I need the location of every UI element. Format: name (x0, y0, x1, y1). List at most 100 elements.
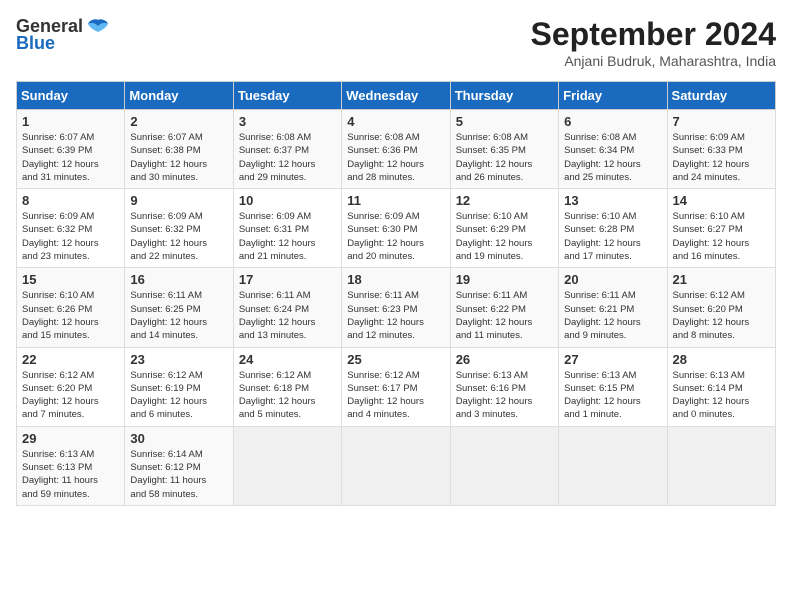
day-number: 28 (673, 352, 770, 367)
day-number: 16 (130, 272, 227, 287)
calendar-cell (450, 426, 558, 505)
day-number: 29 (22, 431, 119, 446)
column-header-tuesday: Tuesday (233, 82, 341, 110)
calendar-cell (559, 426, 667, 505)
calendar-cell: 6 Sunrise: 6:08 AMSunset: 6:34 PMDayligh… (559, 110, 667, 189)
cell-info: Sunrise: 6:08 AMSunset: 6:34 PMDaylight:… (564, 132, 641, 183)
day-number: 27 (564, 352, 661, 367)
cell-info: Sunrise: 6:10 AMSunset: 6:28 PMDaylight:… (564, 211, 641, 262)
column-header-monday: Monday (125, 82, 233, 110)
cell-info: Sunrise: 6:08 AMSunset: 6:37 PMDaylight:… (239, 132, 316, 183)
cell-info: Sunrise: 6:07 AMSunset: 6:39 PMDaylight:… (22, 132, 99, 183)
calendar: SundayMondayTuesdayWednesdayThursdayFrid… (16, 81, 776, 506)
logo-blue: Blue (16, 33, 55, 54)
day-number: 5 (456, 114, 553, 129)
day-number: 13 (564, 193, 661, 208)
calendar-cell: 28 Sunrise: 6:13 AMSunset: 6:14 PMDaylig… (667, 347, 775, 426)
day-number: 14 (673, 193, 770, 208)
calendar-cell: 27 Sunrise: 6:13 AMSunset: 6:15 PMDaylig… (559, 347, 667, 426)
cell-info: Sunrise: 6:11 AMSunset: 6:25 PMDaylight:… (130, 290, 207, 341)
header: General Blue September 2024 Anjani Budru… (16, 16, 776, 69)
calendar-cell: 20 Sunrise: 6:11 AMSunset: 6:21 PMDaylig… (559, 268, 667, 347)
calendar-cell: 18 Sunrise: 6:11 AMSunset: 6:23 PMDaylig… (342, 268, 450, 347)
cell-info: Sunrise: 6:12 AMSunset: 6:20 PMDaylight:… (22, 370, 99, 421)
calendar-cell: 10 Sunrise: 6:09 AMSunset: 6:31 PMDaylig… (233, 189, 341, 268)
calendar-cell: 30 Sunrise: 6:14 AMSunset: 6:12 PMDaylig… (125, 426, 233, 505)
calendar-cell: 21 Sunrise: 6:12 AMSunset: 6:20 PMDaylig… (667, 268, 775, 347)
cell-info: Sunrise: 6:09 AMSunset: 6:30 PMDaylight:… (347, 211, 424, 262)
cell-info: Sunrise: 6:09 AMSunset: 6:33 PMDaylight:… (673, 132, 750, 183)
column-header-thursday: Thursday (450, 82, 558, 110)
calendar-cell (667, 426, 775, 505)
calendar-cell (233, 426, 341, 505)
calendar-cell: 23 Sunrise: 6:12 AMSunset: 6:19 PMDaylig… (125, 347, 233, 426)
cell-info: Sunrise: 6:13 AMSunset: 6:16 PMDaylight:… (456, 370, 533, 421)
calendar-week-5: 29 Sunrise: 6:13 AMSunset: 6:13 PMDaylig… (17, 426, 776, 505)
calendar-cell: 8 Sunrise: 6:09 AMSunset: 6:32 PMDayligh… (17, 189, 125, 268)
calendar-cell: 9 Sunrise: 6:09 AMSunset: 6:32 PMDayligh… (125, 189, 233, 268)
calendar-header-row: SundayMondayTuesdayWednesdayThursdayFrid… (17, 82, 776, 110)
day-number: 15 (22, 272, 119, 287)
cell-info: Sunrise: 6:10 AMSunset: 6:29 PMDaylight:… (456, 211, 533, 262)
calendar-cell: 14 Sunrise: 6:10 AMSunset: 6:27 PMDaylig… (667, 189, 775, 268)
calendar-cell: 19 Sunrise: 6:11 AMSunset: 6:22 PMDaylig… (450, 268, 558, 347)
day-number: 2 (130, 114, 227, 129)
cell-info: Sunrise: 6:10 AMSunset: 6:27 PMDaylight:… (673, 211, 750, 262)
calendar-cell: 1 Sunrise: 6:07 AMSunset: 6:39 PMDayligh… (17, 110, 125, 189)
day-number: 1 (22, 114, 119, 129)
cell-info: Sunrise: 6:13 AMSunset: 6:13 PMDaylight:… (22, 449, 98, 500)
day-number: 8 (22, 193, 119, 208)
calendar-cell: 13 Sunrise: 6:10 AMSunset: 6:28 PMDaylig… (559, 189, 667, 268)
cell-info: Sunrise: 6:12 AMSunset: 6:20 PMDaylight:… (673, 290, 750, 341)
day-number: 18 (347, 272, 444, 287)
calendar-cell: 2 Sunrise: 6:07 AMSunset: 6:38 PMDayligh… (125, 110, 233, 189)
cell-info: Sunrise: 6:14 AMSunset: 6:12 PMDaylight:… (130, 449, 206, 500)
cell-info: Sunrise: 6:12 AMSunset: 6:18 PMDaylight:… (239, 370, 316, 421)
day-number: 12 (456, 193, 553, 208)
cell-info: Sunrise: 6:11 AMSunset: 6:23 PMDaylight:… (347, 290, 424, 341)
cell-info: Sunrise: 6:11 AMSunset: 6:21 PMDaylight:… (564, 290, 641, 341)
day-number: 3 (239, 114, 336, 129)
calendar-week-1: 1 Sunrise: 6:07 AMSunset: 6:39 PMDayligh… (17, 110, 776, 189)
calendar-cell: 5 Sunrise: 6:08 AMSunset: 6:35 PMDayligh… (450, 110, 558, 189)
day-number: 23 (130, 352, 227, 367)
cell-info: Sunrise: 6:09 AMSunset: 6:32 PMDaylight:… (22, 211, 99, 262)
day-number: 9 (130, 193, 227, 208)
column-header-sunday: Sunday (17, 82, 125, 110)
calendar-cell: 4 Sunrise: 6:08 AMSunset: 6:36 PMDayligh… (342, 110, 450, 189)
day-number: 26 (456, 352, 553, 367)
cell-info: Sunrise: 6:08 AMSunset: 6:35 PMDaylight:… (456, 132, 533, 183)
cell-info: Sunrise: 6:11 AMSunset: 6:24 PMDaylight:… (239, 290, 316, 341)
day-number: 4 (347, 114, 444, 129)
day-number: 25 (347, 352, 444, 367)
calendar-cell: 11 Sunrise: 6:09 AMSunset: 6:30 PMDaylig… (342, 189, 450, 268)
calendar-cell: 17 Sunrise: 6:11 AMSunset: 6:24 PMDaylig… (233, 268, 341, 347)
day-number: 21 (673, 272, 770, 287)
day-number: 19 (456, 272, 553, 287)
calendar-body: 1 Sunrise: 6:07 AMSunset: 6:39 PMDayligh… (17, 110, 776, 506)
cell-info: Sunrise: 6:09 AMSunset: 6:32 PMDaylight:… (130, 211, 207, 262)
calendar-cell: 15 Sunrise: 6:10 AMSunset: 6:26 PMDaylig… (17, 268, 125, 347)
cell-info: Sunrise: 6:13 AMSunset: 6:15 PMDaylight:… (564, 370, 641, 421)
logo: General Blue (16, 16, 109, 54)
day-number: 7 (673, 114, 770, 129)
calendar-week-2: 8 Sunrise: 6:09 AMSunset: 6:32 PMDayligh… (17, 189, 776, 268)
cell-info: Sunrise: 6:07 AMSunset: 6:38 PMDaylight:… (130, 132, 207, 183)
column-header-friday: Friday (559, 82, 667, 110)
calendar-cell: 22 Sunrise: 6:12 AMSunset: 6:20 PMDaylig… (17, 347, 125, 426)
month-title: September 2024 (531, 16, 776, 53)
location-title: Anjani Budruk, Maharashtra, India (531, 53, 776, 69)
day-number: 20 (564, 272, 661, 287)
calendar-cell (342, 426, 450, 505)
cell-info: Sunrise: 6:10 AMSunset: 6:26 PMDaylight:… (22, 290, 99, 341)
column-header-wednesday: Wednesday (342, 82, 450, 110)
day-number: 6 (564, 114, 661, 129)
calendar-cell: 26 Sunrise: 6:13 AMSunset: 6:16 PMDaylig… (450, 347, 558, 426)
calendar-week-4: 22 Sunrise: 6:12 AMSunset: 6:20 PMDaylig… (17, 347, 776, 426)
cell-info: Sunrise: 6:12 AMSunset: 6:19 PMDaylight:… (130, 370, 207, 421)
day-number: 30 (130, 431, 227, 446)
cell-info: Sunrise: 6:12 AMSunset: 6:17 PMDaylight:… (347, 370, 424, 421)
calendar-week-3: 15 Sunrise: 6:10 AMSunset: 6:26 PMDaylig… (17, 268, 776, 347)
day-number: 24 (239, 352, 336, 367)
calendar-cell: 16 Sunrise: 6:11 AMSunset: 6:25 PMDaylig… (125, 268, 233, 347)
